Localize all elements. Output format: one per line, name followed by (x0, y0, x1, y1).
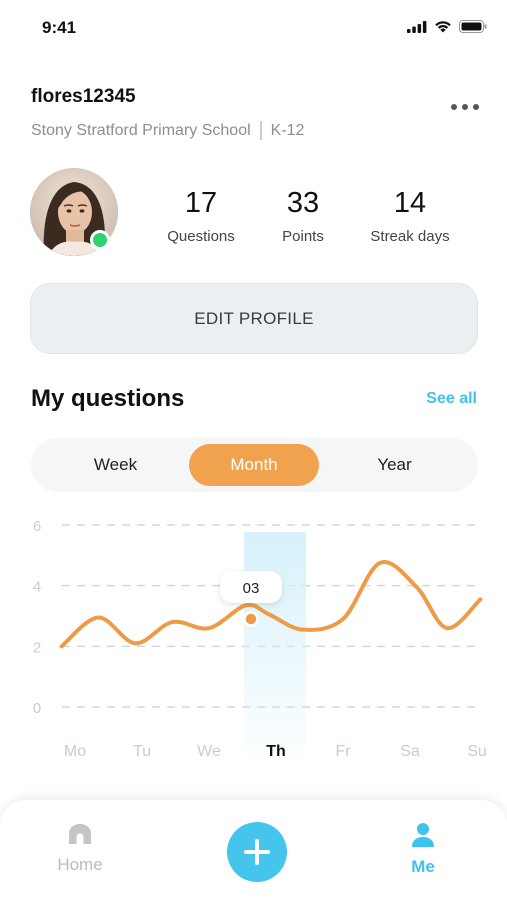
x-tick-label[interactable]: Sa (400, 743, 420, 760)
status-icons (407, 20, 487, 33)
section-title: My questions (31, 385, 185, 412)
online-status-dot (90, 230, 110, 250)
selected-point[interactable] (243, 611, 259, 627)
stat-questions[interactable]: 17 Questions (160, 186, 242, 245)
separator (259, 121, 262, 140)
more-dot-icon (473, 104, 479, 110)
stat-value: 14 (393, 187, 427, 219)
x-tick-label[interactable]: Fr (335, 743, 351, 760)
plus-icon (244, 839, 270, 865)
grade-label: K-12 (270, 121, 305, 139)
x-tick-label[interactable]: Th (266, 743, 286, 760)
stat-value: 17 (184, 187, 218, 219)
tab-month[interactable]: Month (189, 444, 319, 486)
tab-home-label: Home (57, 855, 103, 874)
selected-day-band (244, 532, 306, 770)
tab-week[interactable]: Week (48, 444, 183, 486)
y-tick-label: 4 (33, 579, 41, 596)
stat-value: 33 (286, 187, 320, 219)
tooltip-value: 03 (243, 580, 260, 597)
stat-streak-days[interactable]: 14 Streak days (362, 186, 458, 245)
battery-icon (459, 20, 487, 33)
home-icon (69, 824, 91, 844)
stat-label: Streak days (370, 228, 450, 245)
edit-profile-button[interactable]: EDIT PROFILE (30, 283, 478, 354)
add-question-button[interactable] (227, 822, 287, 882)
status-time: 9:41 (42, 18, 77, 37)
status-bar: 9:41 (0, 0, 507, 58)
tab-year[interactable]: Year (324, 444, 465, 486)
x-tick-label[interactable]: Mo (64, 743, 86, 760)
more-dot-icon (462, 104, 468, 110)
tab-home[interactable]: Home (30, 822, 130, 875)
wifi-icon (435, 21, 451, 33)
tab-me-label: Me (411, 857, 435, 876)
person-icon (412, 823, 434, 847)
questions-line-chart: 6 4 2 0 03 Mo Tu We Th Fr Sa Su (33, 518, 487, 770)
school-name: Stony Stratford Primary School (31, 121, 251, 139)
stat-label: Questions (167, 228, 235, 245)
tab-me[interactable]: Me (373, 822, 473, 877)
stat-label: Points (282, 228, 324, 245)
x-tick-label[interactable]: Su (467, 743, 487, 760)
y-tick-label: 0 (33, 700, 41, 717)
x-tick-label[interactable]: Tu (133, 743, 151, 760)
y-tick-label: 6 (33, 518, 41, 535)
username: flores12345 (31, 86, 136, 107)
stat-points[interactable]: 33 Points (266, 186, 340, 245)
signal-icon (407, 20, 427, 33)
see-all-link[interactable]: See all (426, 390, 477, 408)
y-tick-label: 2 (33, 639, 41, 656)
period-segmented-control: Week Month Year (31, 438, 478, 492)
school-info: Stony Stratford Primary School K-12 (31, 121, 304, 140)
x-tick-label[interactable]: We (197, 743, 221, 760)
more-options-button[interactable] (451, 104, 479, 110)
more-dot-icon (451, 104, 457, 110)
